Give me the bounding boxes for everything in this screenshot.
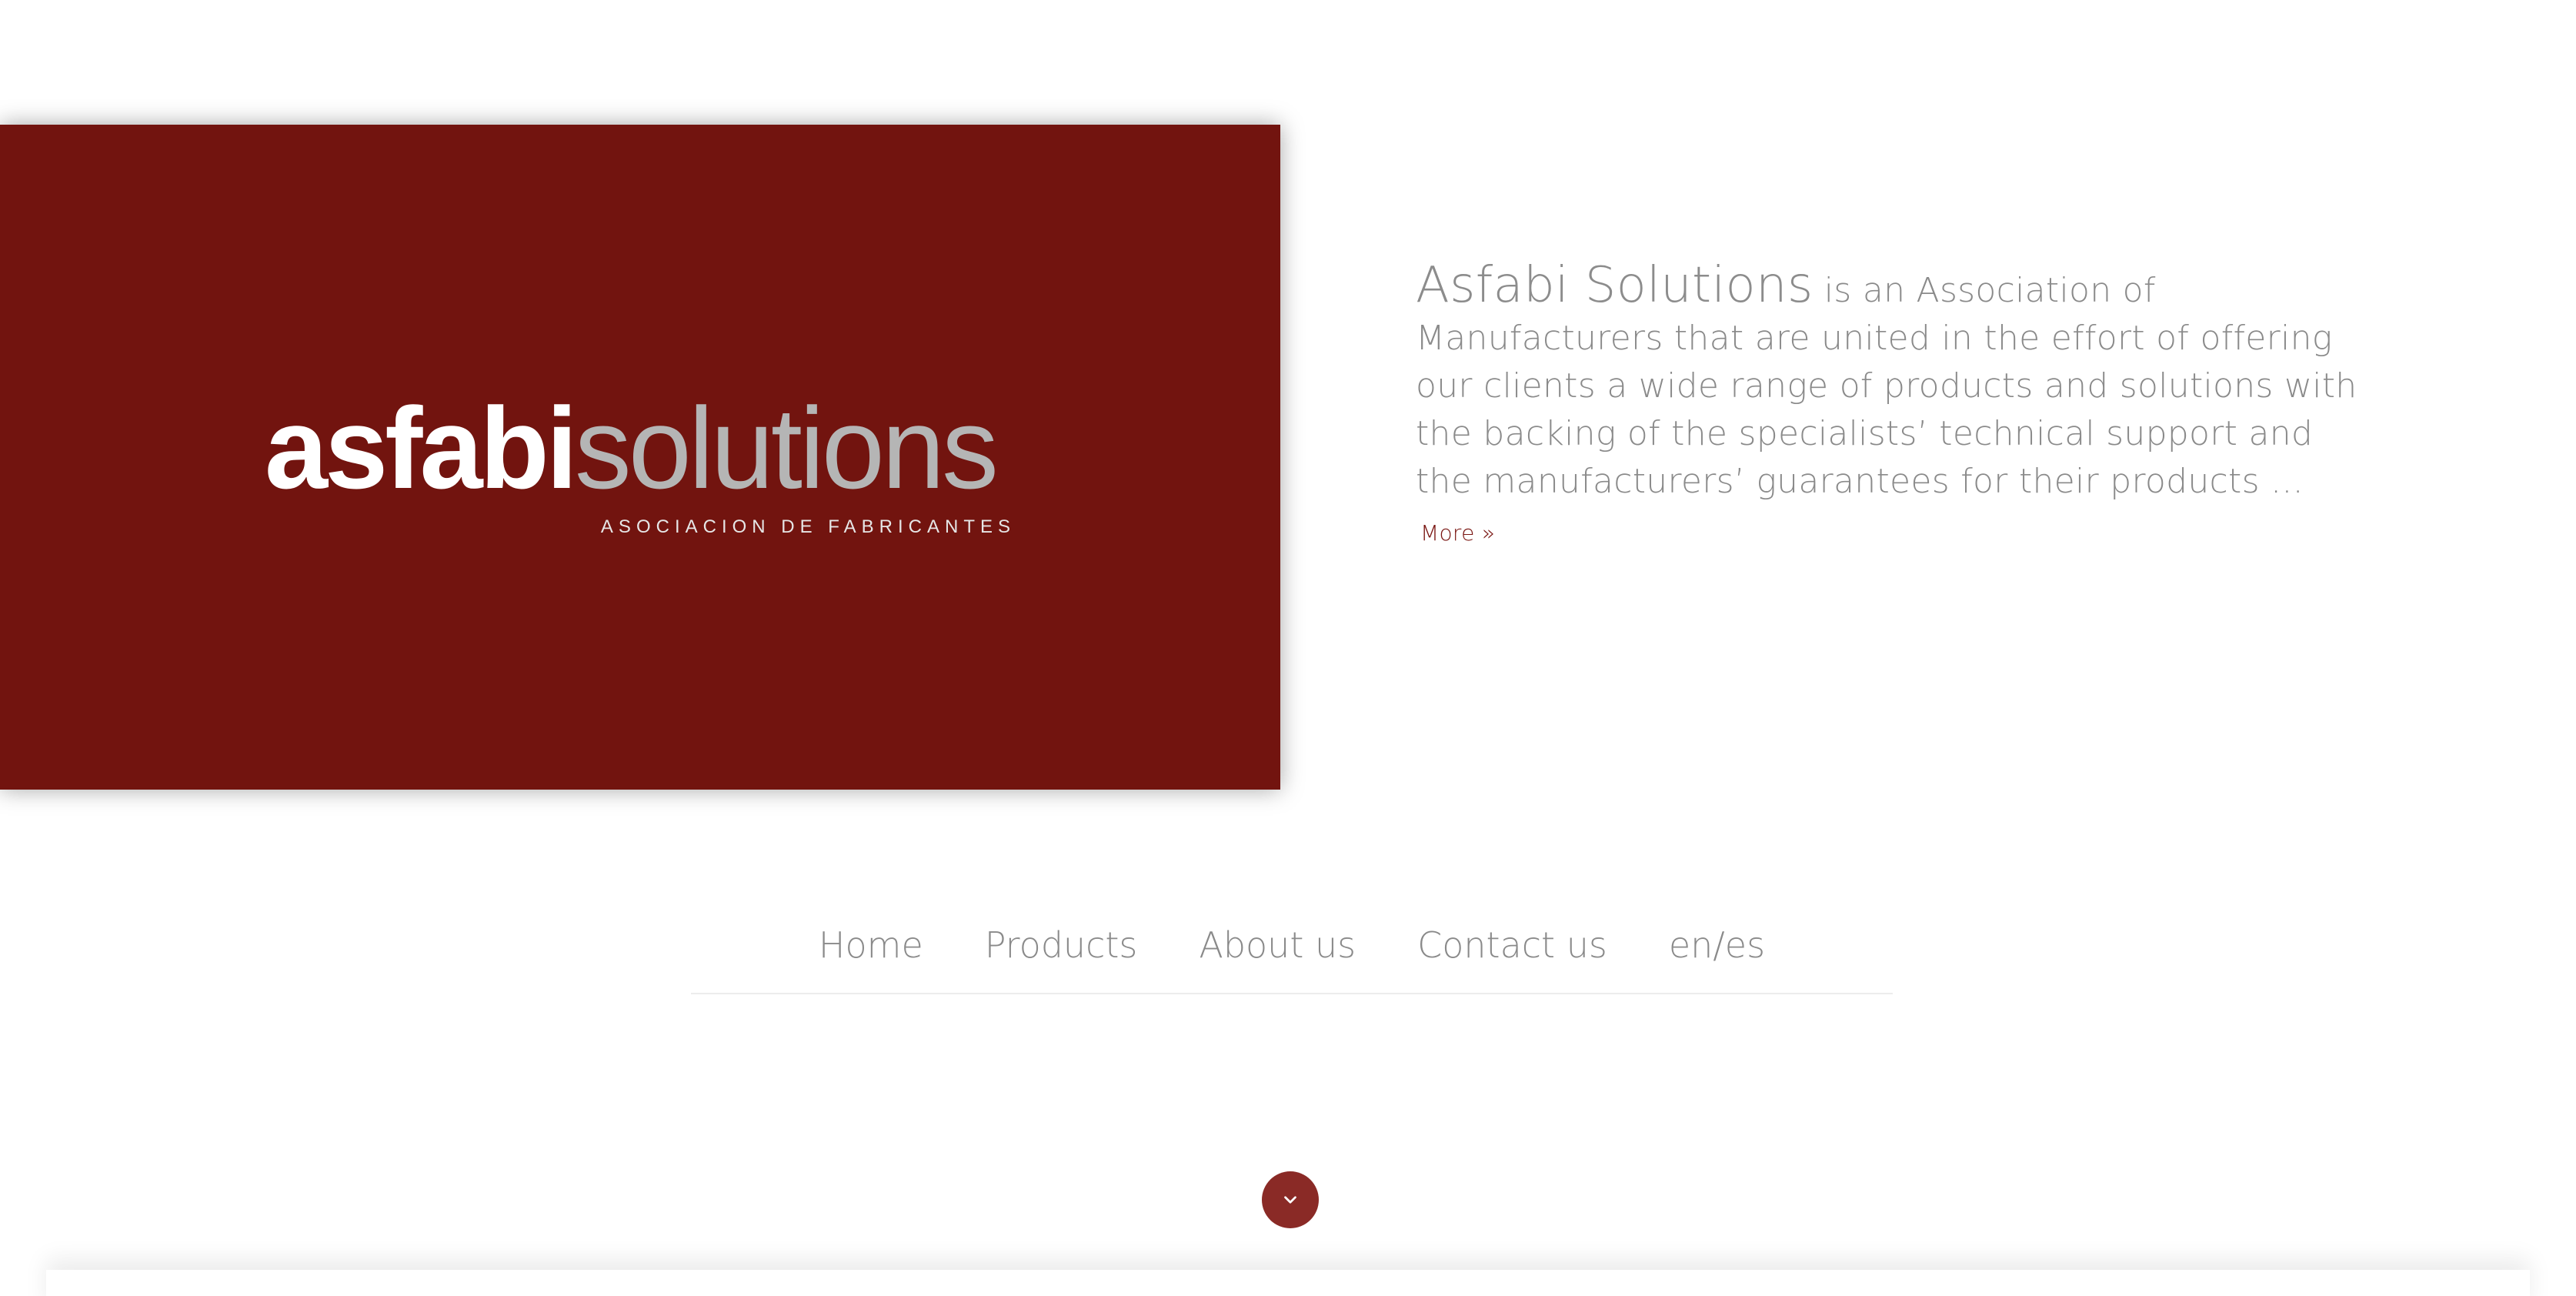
logo-tagline: ASOCIACION DE FABRICANTES <box>601 516 1016 537</box>
nav-item-about-us[interactable]: About us <box>1199 920 1356 970</box>
page: asfabisolutions ASOCIACION DE FABRICANTE… <box>0 0 2576 1296</box>
company-name: Asfabi Solutions <box>1416 257 1814 314</box>
nav-item-language[interactable]: en/es <box>1669 920 1765 970</box>
more-link[interactable]: More » <box>1420 520 1495 546</box>
more-label: More <box>1420 520 1475 546</box>
intro-text: Asfabi Solutions is an Association of Ma… <box>1416 261 2370 557</box>
scroll-down-button[interactable] <box>1262 1171 1319 1228</box>
logo-word-asfabi: asfabi <box>265 389 575 513</box>
hero-banner: asfabisolutions ASOCIACION DE FABRICANTE… <box>0 125 1280 790</box>
nav-item-contact-us[interactable]: Contact us <box>1417 920 1607 970</box>
nav-item-home[interactable]: Home <box>819 920 923 970</box>
next-section-edge <box>46 1270 2530 1296</box>
main-nav: Home Products About us Contact us en/es <box>691 920 1893 994</box>
chevron-down-icon <box>1284 1196 1296 1204</box>
svg-text:asfabisolutions: asfabisolutions <box>265 389 996 513</box>
logo-word-solutions: solutions <box>575 389 996 513</box>
nav-item-products[interactable]: Products <box>985 920 1138 970</box>
asfabi-logo: asfabisolutions ASOCIACION DE FABRICANTE… <box>265 389 1019 543</box>
double-chevron-right-icon: » <box>1481 520 1496 546</box>
